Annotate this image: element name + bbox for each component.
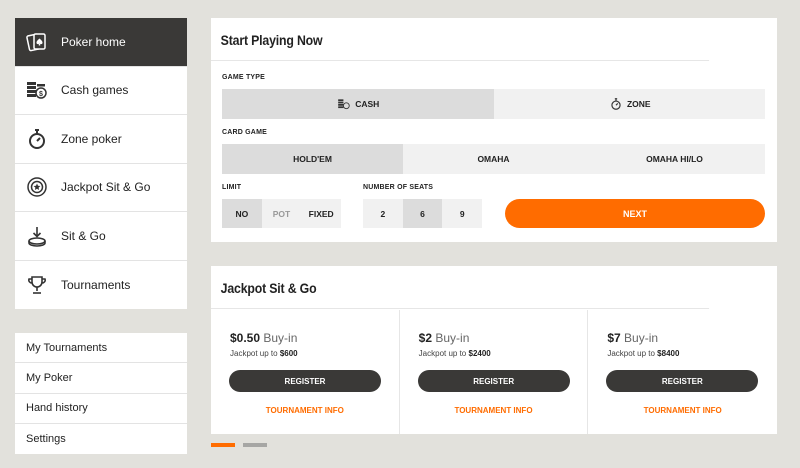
jackpot-card: $0.50 Buy-in Jackpot up to $600 REGISTER… xyxy=(211,310,400,434)
seats-2-option[interactable]: 2 xyxy=(363,199,403,228)
game-type-selector: CASH ZONE xyxy=(222,89,765,119)
trophy-icon xyxy=(25,273,49,297)
jackpot-text: Jackpot up to $600 xyxy=(230,349,298,358)
jackpot-amount: $8400 xyxy=(657,349,680,358)
jackpot-text: Jackpot up to $2400 xyxy=(419,349,491,358)
buyin-amount: $0.50 xyxy=(230,331,261,345)
sidebar-subnav: My Tournaments My Poker Hand history Set… xyxy=(15,333,187,454)
cash-stack-icon: $ xyxy=(25,78,49,102)
sidebar-item-label: Sit & Go xyxy=(61,228,106,243)
jackpot-prefix: Jackpot up to xyxy=(607,349,655,358)
jackpot-card: $7 Buy-in Jackpot up to $8400 REGISTER T… xyxy=(588,310,777,434)
buyin-label: Buy-in xyxy=(435,331,470,345)
sidebar-item-label: Tournaments xyxy=(61,277,131,292)
sidebar-item-label: Zone poker xyxy=(61,131,122,146)
subnav-item-settings[interactable]: Settings xyxy=(15,424,187,454)
panel-title: Jackpot Sit & Go xyxy=(211,266,710,309)
subnav-item-my-tournaments[interactable]: My Tournaments xyxy=(15,333,187,364)
poker-cards-icon xyxy=(25,30,49,54)
buyin-amount: $2 xyxy=(418,331,433,345)
subnav-item-my-poker[interactable]: My Poker xyxy=(15,363,187,394)
jackpot-cards: $0.50 Buy-in Jackpot up to $600 REGISTER… xyxy=(211,310,777,434)
stopwatch-icon xyxy=(611,98,621,110)
buyin-text: $7 Buy-in xyxy=(607,331,658,345)
game-type-label: GAME TYPE xyxy=(222,74,266,81)
jackpot-prefix: Jackpot up to xyxy=(230,349,278,358)
panel-title: Start Playing Now xyxy=(211,18,710,61)
limit-selector: NO POT FIXED xyxy=(222,199,341,228)
card-game-omaha-hilo-option[interactable]: OMAHA HI/LO xyxy=(584,144,765,174)
game-type-zone-label: ZONE xyxy=(626,99,651,109)
game-type-cash-option[interactable]: CASH xyxy=(222,89,494,119)
sidebar-item-label: Jackpot Sit & Go xyxy=(61,180,151,195)
card-game-label: CARD GAME xyxy=(222,129,267,136)
carousel-dot[interactable] xyxy=(243,443,267,447)
tournament-info-link[interactable]: TOURNAMENT INFO xyxy=(211,406,399,415)
sit-go-stack-icon xyxy=(25,224,49,248)
jackpot-prefix: Jackpot up to xyxy=(418,349,467,358)
limit-fixed-option[interactable]: FIXED xyxy=(301,199,341,228)
sidebar-nav: Poker home $ Cash games Zone poker Jackp… xyxy=(15,18,187,309)
sidebar-item-cash-games[interactable]: $ Cash games xyxy=(15,67,187,115)
buyin-label: Buy-in xyxy=(624,331,659,345)
card-game-selector: HOLD'EM OMAHA OMAHA HI/LO xyxy=(222,144,765,174)
jackpot-card: $2 Buy-in Jackpot up to $2400 REGISTER T… xyxy=(400,310,589,434)
subnav-item-hand-history[interactable]: Hand history xyxy=(15,394,187,424)
sidebar-item-label: Poker home xyxy=(61,34,126,49)
carousel-dot-active[interactable] xyxy=(211,443,235,447)
carousel-pagination xyxy=(211,443,267,447)
register-button[interactable]: REGISTER xyxy=(229,370,381,392)
buyin-text: $0.50 Buy-in xyxy=(230,331,297,345)
tournament-info-link[interactable]: TOURNAMENT INFO xyxy=(588,406,777,415)
sidebar-item-label: Cash games xyxy=(61,83,129,98)
sidebar-item-jackpot-sit-go[interactable]: Jackpot Sit & Go xyxy=(15,164,187,212)
seats-9-option[interactable]: 9 xyxy=(442,199,482,228)
sidebar-item-tournaments[interactable]: Tournaments xyxy=(15,261,187,310)
next-button[interactable]: NEXT xyxy=(505,199,765,228)
jackpot-sit-go-panel: Jackpot Sit & Go $0.50 Buy-in Jackpot up… xyxy=(211,266,777,434)
buyin-label: Buy-in xyxy=(263,331,298,345)
buyin-text: $2 Buy-in xyxy=(419,331,470,345)
seats-6-option[interactable]: 6 xyxy=(402,199,443,228)
card-game-holdem-option[interactable]: HOLD'EM xyxy=(222,144,403,174)
limit-label: LIMIT xyxy=(222,184,242,191)
register-button[interactable]: REGISTER xyxy=(417,370,570,392)
buyin-amount: $7 xyxy=(607,331,621,345)
limit-no-option[interactable]: NO xyxy=(222,199,262,228)
start-playing-panel: Start Playing Now GAME TYPE CASH ZONE CA… xyxy=(211,18,777,242)
limit-pot-option[interactable]: POT xyxy=(262,199,302,228)
tournament-info-link[interactable]: TOURNAMENT INFO xyxy=(400,406,588,415)
sidebar-item-poker-home[interactable]: Poker home xyxy=(15,18,187,67)
seats-label: NUMBER OF SEATS xyxy=(363,184,434,191)
stopwatch-icon xyxy=(25,127,49,151)
seats-selector: 2 6 9 xyxy=(363,199,482,228)
register-button[interactable]: REGISTER xyxy=(606,370,759,392)
game-type-zone-option[interactable]: ZONE xyxy=(494,89,766,119)
jackpot-chip-icon xyxy=(25,175,49,199)
sidebar-item-sit-go[interactable]: Sit & Go xyxy=(15,212,187,261)
jackpot-amount: $600 xyxy=(279,349,298,358)
sidebar-item-zone-poker[interactable]: Zone poker xyxy=(15,115,187,164)
game-type-cash-label: CASH xyxy=(355,99,380,109)
card-game-omaha-option[interactable]: OMAHA xyxy=(403,144,584,174)
jackpot-amount: $2400 xyxy=(468,349,491,358)
svg-text:$: $ xyxy=(39,91,43,98)
jackpot-text: Jackpot up to $8400 xyxy=(607,349,679,358)
cash-stack-icon xyxy=(338,99,350,110)
